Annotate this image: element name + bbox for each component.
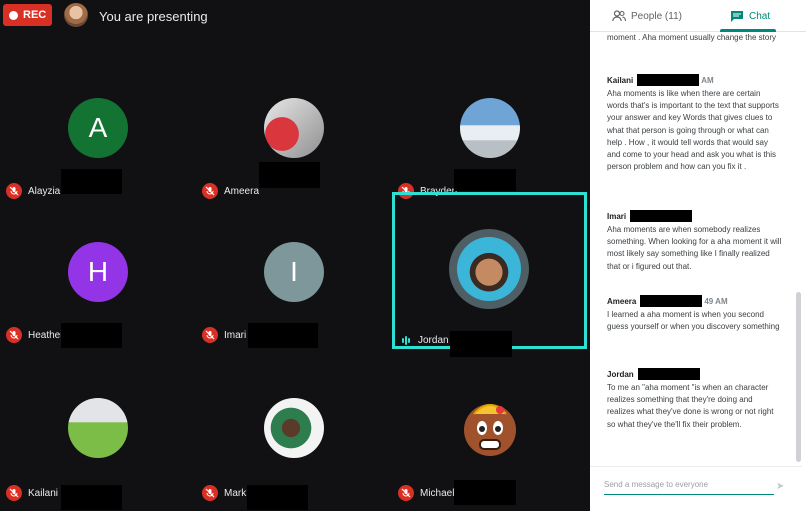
speaking-indicator-icon [402,335,410,345]
participant-tile[interactable]: Mark [196,352,392,510]
recording-badge: REC [3,4,52,26]
participant-tile[interactable]: Ameera [196,50,392,200]
mic-off-icon [6,485,22,501]
people-icon [612,10,626,22]
tab-chat-label: Chat [749,10,771,22]
chat-message: Ameera 49 AM I learned a aha moment is w… [607,295,782,333]
message-header: Ameera 49 AM [607,295,782,307]
tab-chat[interactable]: Chat [730,0,770,32]
redaction [454,480,516,505]
presenting-status: You are presenting [99,9,208,24]
message-text: moment . Aha moment usually change the s… [607,33,776,42]
participant-name: Imari [224,329,247,341]
chat-message: Imari Aha moments are when somebody real… [607,210,782,273]
tab-people[interactable]: People (11) [612,0,682,32]
participant-tile[interactable]: H Heather [0,194,196,348]
active-speaker-tile[interactable]: Jordan [392,192,587,357]
message-text: Aha moments is like when there are certa… [607,89,779,172]
send-icon[interactable]: ➤ [776,481,784,492]
chat-icon [731,10,743,22]
participant-tile[interactable]: Kailani [0,352,196,510]
tile-name-row: Jordan [399,331,449,349]
avatar [64,3,88,27]
redaction [259,162,320,188]
avatar [68,398,128,458]
rec-label: REC [23,9,47,21]
meet-window: REC You are presenting A Alayzia Ameera [0,0,806,511]
participant-name: Michael [420,487,455,499]
message-sender: Kailani [607,75,634,85]
redaction [630,210,693,222]
message-sender: Imari [607,211,627,221]
tab-people-label: People (11) [631,10,682,22]
mic-off-icon [398,485,414,501]
participant-name: Heather [28,329,64,341]
chat-message: Kailani AM Aha moments is like when ther… [607,74,782,173]
avatar [460,398,520,458]
redaction [61,323,122,348]
avatar: I [264,242,324,302]
avatar [264,398,324,458]
tile-name-row: Michael [398,484,454,502]
avatar [460,98,520,158]
chat-message-input[interactable]: Send a message to everyone [604,480,774,495]
avatar: H [68,242,128,302]
participant-tile[interactable]: A Alayzia [0,50,196,200]
top-bar: REC You are presenting [0,0,590,34]
redaction [247,485,308,510]
participant-tile[interactable]: Michael [392,352,588,505]
participant-name: Kailani [28,487,59,499]
tile-name-row: Imari [202,326,246,344]
message-header: Imari [607,210,782,222]
redaction [454,169,516,191]
participant-grid: REC You are presenting A Alayzia Ameera [0,0,590,511]
redaction [637,368,700,380]
participant-name: Jordan [418,334,449,346]
message-text: To me an "aha moment "is when an charact… [607,383,774,429]
tile-name-row: Kailani [6,484,58,502]
mic-off-icon [6,327,22,343]
avatar [264,98,324,158]
message-header: Kailani AM [607,74,782,86]
message-sender: Ameera [607,296,637,306]
divider [590,466,802,467]
tile-name-row: Mark [202,484,246,502]
message-time: AM [701,75,714,85]
mic-off-icon [202,485,218,501]
mic-off-icon [202,327,218,343]
message-sender: Jordan [607,369,634,379]
chat-message: Jordan To me an "aha moment "is when an … [607,368,782,431]
redaction [61,169,122,194]
panel-tabs: People (11) Chat [590,0,806,32]
record-dot-icon [9,10,18,20]
redaction [640,295,703,307]
chat-scrollbar[interactable] [796,292,801,462]
redaction [61,485,122,510]
side-panel: People (11) Chat moment . Aha moment usu… [590,0,806,511]
message-header: Jordan [607,368,782,380]
chat-message: moment . Aha moment usually change the s… [607,32,782,44]
chat-messages[interactable]: moment . Aha moment usually change the s… [590,32,802,460]
participant-tile[interactable]: Brayden [392,50,588,200]
emoji-face-icon [464,404,516,456]
avatar: A [68,98,128,158]
message-text: Aha moments are when somebody realizes s… [607,225,782,271]
participant-tile[interactable]: I Imari [196,194,392,348]
redaction [248,323,318,348]
message-text: I learned a aha moment is when you secon… [607,310,780,332]
participant-name: Mark [224,487,247,499]
avatar [449,229,529,309]
tile-name-row: Heather [6,326,64,344]
message-time: 49 AM [704,296,728,306]
redaction [637,74,700,86]
